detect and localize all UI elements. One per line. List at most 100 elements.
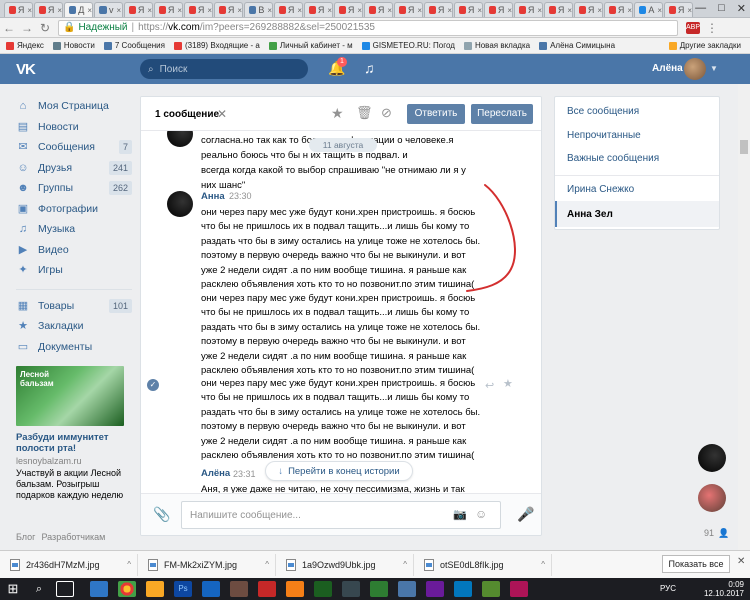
tab-close-icon[interactable]: ×	[537, 6, 542, 15]
bookmark-item[interactable]: Личный кабинет - м	[268, 41, 353, 50]
sidebar-item[interactable]: ▤ Новости	[16, 117, 132, 138]
tab-close-icon[interactable]: ×	[57, 6, 62, 15]
forward-button[interactable]: Переслать	[471, 104, 533, 124]
browser-tab[interactable]: Я ×	[214, 2, 243, 17]
other-bookmarks[interactable]: Другие закладки	[668, 41, 741, 50]
chevron-up-icon[interactable]: ^	[403, 560, 407, 569]
browser-tab[interactable]: Я ×	[664, 2, 693, 17]
app-icon-generic[interactable]	[258, 581, 276, 597]
address-bar[interactable]: 🔒 Надежный | https:// vk.com /im?peers=2…	[58, 19, 678, 36]
extension-icon[interactable]: ABP	[686, 21, 700, 34]
app-icon-generic[interactable]	[286, 581, 304, 597]
online-friend-avatar[interactable]	[698, 484, 726, 512]
tab-close-icon[interactable]: ×	[207, 6, 212, 15]
app-icon-generic[interactable]	[398, 581, 416, 597]
task-view-icon[interactable]	[56, 581, 74, 597]
message-author[interactable]: Алёна	[201, 468, 230, 479]
sidebar-item[interactable]: ☻ Группы 262	[16, 178, 132, 199]
close-icon[interactable]: ✕	[217, 107, 227, 121]
bookmark-item[interactable]: 7 Сообщения	[103, 41, 165, 50]
browser-tab[interactable]: Я ×	[154, 2, 183, 17]
app-icon-word[interactable]	[202, 581, 220, 597]
app-icon-explorer[interactable]	[146, 581, 164, 597]
sidebar-item[interactable]: ▶ Видео	[16, 240, 132, 261]
bookmark-item[interactable]: Яндекс	[6, 41, 44, 50]
user-name[interactable]: Алёна	[652, 63, 683, 74]
sidebar-item[interactable]: ▭ Документы	[16, 337, 132, 358]
close-icon[interactable]: ✕	[737, 556, 745, 567]
sidebar-item[interactable]: ▣ Фотографии	[16, 199, 132, 220]
star-icon[interactable]: ★	[503, 377, 513, 390]
windows-start-icon[interactable]: ⊞	[4, 581, 22, 597]
menu-icon[interactable]: ⋮	[706, 21, 718, 35]
app-icon-generic[interactable]	[510, 581, 528, 597]
attach-icon[interactable]: 📎	[153, 506, 170, 523]
download-item[interactable]: 2r436dH7MzM.jpg ^	[0, 553, 138, 576]
browser-tab[interactable]: A ×	[634, 2, 663, 17]
sidebar-item[interactable]: ♫ Музыка	[16, 219, 132, 240]
download-item[interactable]: otSE0dL8fIk.jpg ^	[414, 553, 552, 576]
browser-tab[interactable]: Я ×	[424, 2, 453, 17]
app-icon-generic[interactable]	[342, 581, 360, 597]
browser-tab[interactable]: Я ×	[124, 2, 153, 17]
tab-close-icon[interactable]: ×	[687, 6, 692, 15]
browser-tab[interactable]: Я ×	[334, 2, 363, 17]
reload-icon[interactable]: ↻	[36, 21, 54, 35]
camera-icon[interactable]: 📷	[453, 508, 467, 521]
app-icon-photoshop[interactable]: Ps	[174, 581, 192, 597]
tab-close-icon[interactable]: ×	[177, 6, 182, 15]
sidebar-item[interactable]: ✉ Сообщения 7	[16, 137, 132, 158]
music-icon[interactable]: ♫	[364, 60, 375, 76]
peer-item[interactable]: Ирина Снежко	[567, 184, 634, 195]
chevron-up-icon[interactable]: ^	[541, 560, 545, 569]
bookmark-item[interactable]: Новости	[52, 41, 95, 50]
sidebar-item[interactable]: ▦ Товары 101	[16, 296, 132, 317]
app-icon-chrome[interactable]	[118, 581, 136, 597]
chevron-up-icon[interactable]: ^	[127, 560, 131, 569]
tab-close-icon[interactable]: ×	[117, 6, 122, 15]
spam-icon[interactable]: ⊘	[381, 105, 392, 121]
microphone-icon[interactable]: 🎤	[517, 506, 534, 523]
checkmark-icon[interactable]: ✓	[147, 379, 159, 391]
filter-important[interactable]: Важные сообщения	[567, 153, 659, 164]
tab-close-icon[interactable]: ×	[597, 6, 602, 15]
browser-tab[interactable]: Я ×	[514, 2, 543, 17]
browser-tab[interactable]: Я ×	[34, 2, 63, 17]
maximize-icon[interactable]: □	[718, 2, 725, 15]
tab-close-icon[interactable]: ×	[327, 6, 332, 15]
browser-tab[interactable]: Я ×	[4, 2, 33, 17]
chevron-down-icon[interactable]: ▼	[710, 64, 718, 73]
browser-tab[interactable]: Я ×	[484, 2, 513, 17]
app-icon-skype[interactable]	[454, 581, 472, 597]
browser-tab[interactable]: Я ×	[184, 2, 213, 17]
filter-unread[interactable]: Непрочитанные	[567, 130, 641, 141]
app-icon-generic[interactable]	[230, 581, 248, 597]
tab-close-icon[interactable]: ×	[267, 6, 272, 15]
tab-close-icon[interactable]: ×	[477, 6, 482, 15]
tab-close-icon[interactable]: ×	[87, 6, 92, 15]
browser-tab[interactable]: Я ×	[304, 2, 333, 17]
avatar[interactable]	[684, 58, 706, 80]
tab-close-icon[interactable]: ×	[387, 6, 392, 15]
star-icon[interactable]: ★	[331, 105, 344, 122]
app-icon-edge[interactable]	[90, 581, 108, 597]
keyboard-language[interactable]: РУС	[660, 584, 676, 593]
browser-tab[interactable]: Я ×	[394, 2, 423, 17]
chevron-up-icon[interactable]: ^	[265, 560, 269, 569]
footer-link-dev[interactable]: Разработчикам	[41, 532, 105, 542]
download-item[interactable]: 1a9Ozwd9Ubk.jpg ^	[276, 553, 414, 576]
sidebar-item[interactable]: ⌂ Моя Страница	[16, 96, 132, 117]
browser-tab[interactable]: Я ×	[604, 2, 633, 17]
sender-avatar[interactable]	[167, 191, 193, 217]
bookmark-item[interactable]: (3189) Входящие - a	[173, 41, 260, 50]
ad-title[interactable]: Разбуди иммунитет полости рта!	[16, 432, 128, 454]
tab-close-icon[interactable]: ×	[627, 6, 632, 15]
tab-close-icon[interactable]: ×	[657, 6, 662, 15]
bookmark-item[interactable]: Новая вкладка	[463, 41, 530, 50]
browser-tab[interactable]: Я ×	[574, 2, 603, 17]
app-icon-excel[interactable]	[314, 581, 332, 597]
sidebar-item[interactable]: ☺ Друзья 241	[16, 158, 132, 179]
app-icon-generic[interactable]	[426, 581, 444, 597]
online-friend-avatar[interactable]	[698, 444, 726, 472]
advertisement[interactable]: Лесной бальзам Разбуди иммунитет полости…	[16, 366, 128, 501]
